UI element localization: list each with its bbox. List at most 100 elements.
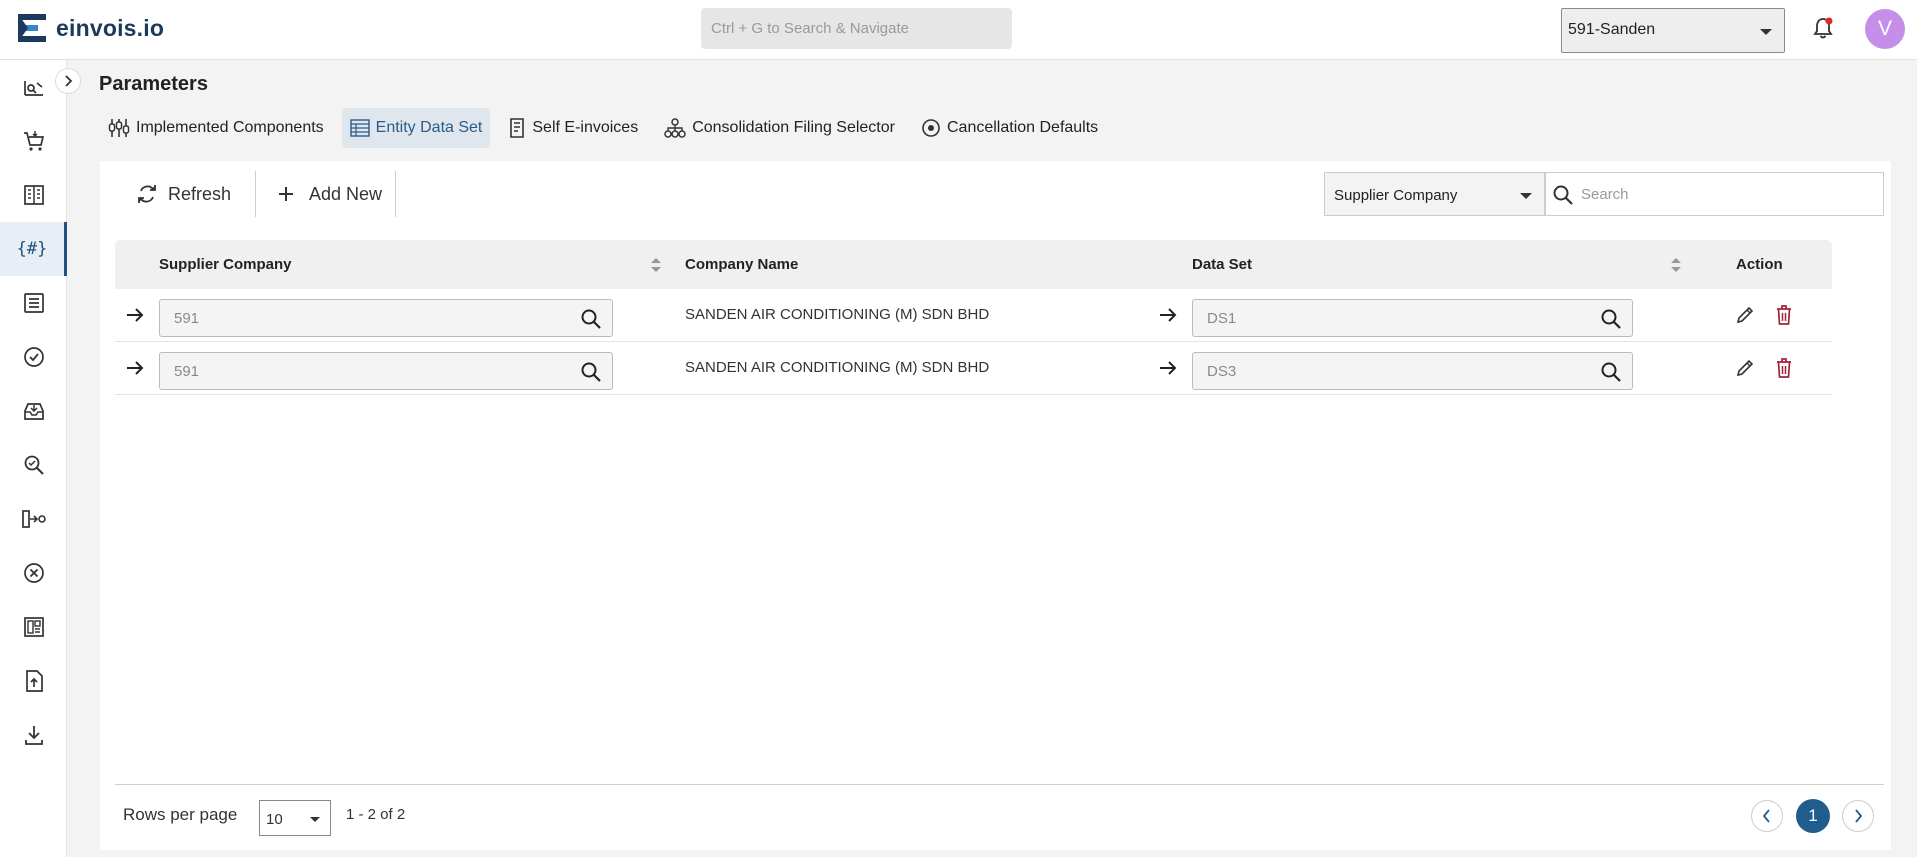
rows-per-page-select[interactable]: 10 [259,800,331,836]
rows-per-page-label: Rows per page [123,805,238,824]
toolbar-divider [255,171,256,217]
column-header-company-name[interactable]: Company Name [685,256,798,273]
tab-label: Entity Data Set [375,119,483,136]
table-row: 591 SANDEN AIR CONDITIONING (M) SDN BHD … [115,289,1832,342]
sidebar-item-list[interactable] [0,276,67,330]
chevron-right-icon [1855,809,1863,823]
table-icon [349,119,370,137]
tab-entity-data-set[interactable]: Entity Data Set [341,108,491,148]
avatar[interactable]: V [1865,9,1905,49]
analytics-icon [23,81,43,96]
tab-cancellation-defaults[interactable]: Cancellation Defaults [913,108,1106,148]
list-icon [23,293,44,313]
next-page-button[interactable] [1842,800,1874,832]
entity-data-set-table: Supplier Company Company Name Data Set A… [115,240,1832,395]
pagination-range: 1 - 2 of 2 [346,806,406,823]
arrow-right-icon [1160,361,1177,375]
tab-label: Cancellation Defaults [946,119,1099,136]
target-icon [922,119,940,137]
flow-icon [21,510,46,528]
company-select[interactable]: 591-Sanden [1561,8,1785,53]
parameters-tabs: Implemented Components Entity Data Set S… [100,108,1116,148]
chevron-down-icon [310,817,320,822]
delete-icon[interactable] [1774,357,1794,379]
cart-icon [23,131,44,151]
edit-icon[interactable] [1734,357,1756,379]
page-number-current[interactable]: 1 [1796,799,1830,833]
data-set-value: DS3 [1207,363,1237,380]
data-set-lookup[interactable]: DS1 [1192,299,1633,337]
tab-self-e-invoices[interactable]: Self E-invoices [500,108,646,148]
search-icon[interactable] [580,308,602,330]
download-icon [24,726,43,745]
sidebar-item-analytics[interactable] [0,60,67,114]
refresh-button[interactable]: Refresh [136,171,231,217]
sidebar-item-download[interactable] [0,708,67,762]
sidebar-item-cancel[interactable] [0,546,67,600]
tab-implemented-components[interactable]: Implemented Components [100,108,332,148]
toolbar-divider [395,171,396,217]
sidebar-item-search-doc[interactable] [0,438,67,492]
rows-per-page-value: 10 [266,811,283,828]
supplier-company-lookup[interactable]: 591 [159,352,613,390]
hierarchy-icon [664,118,686,138]
refresh-label: Refresh [168,183,232,204]
table-search-input[interactable]: Search [1545,172,1884,216]
table-search-placeholder: Search [1581,186,1629,203]
sidebar-item-flow[interactable] [0,492,67,546]
sort-icon[interactable] [1670,255,1682,275]
column-header-supplier-company[interactable]: Supplier Company [159,256,292,273]
column-header-action: Action [1736,256,1783,273]
chevron-left-icon [1762,809,1770,823]
sidebar-item-upload[interactable] [0,654,67,708]
notification-bell-icon[interactable] [1812,16,1834,45]
add-new-button[interactable]: Add New [277,171,382,217]
top-bar: einvois.io Ctrl + G to Search & Navigate… [0,0,1917,60]
sidebar-item-receipt[interactable] [0,168,67,222]
chevron-down-icon [1520,193,1532,199]
column-header-data-set[interactable]: Data Set [1192,256,1252,273]
dashboard-icon [23,617,44,637]
arrow-right-icon [127,361,144,375]
tab-label: Consolidation Filing Selector [692,119,895,136]
previous-page-button[interactable] [1751,800,1783,832]
search-icon[interactable] [580,361,602,383]
cancel-icon [23,563,44,583]
chevron-down-icon [1760,29,1772,35]
document-icon [510,118,525,138]
search-doc-icon [24,455,44,475]
table-header: Supplier Company Company Name Data Set A… [115,240,1832,289]
delete-icon[interactable] [1774,304,1794,326]
company-select-value: 591-Sanden [1568,21,1656,38]
search-field-select[interactable]: Supplier Company [1324,172,1545,216]
entity-data-set-panel: Refresh Add New Supplier Company Search … [100,161,1891,850]
sort-icon[interactable] [650,255,662,275]
table-row: 591 SANDEN AIR CONDITIONING (M) SDN BHD … [115,342,1832,395]
edit-icon[interactable] [1734,304,1756,326]
company-name-cell: SANDEN AIR CONDITIONING (M) SDN BHD [685,359,990,376]
global-search-input[interactable]: Ctrl + G to Search & Navigate [701,8,1012,49]
upload-file-icon [25,670,43,692]
tab-consolidation-filing-selector[interactable]: Consolidation Filing Selector [656,108,903,148]
supplier-company-value: 591 [174,310,200,327]
check-circle-icon [23,347,44,367]
search-icon[interactable] [1600,308,1622,330]
sidebar-item-check[interactable] [0,330,67,384]
data-set-lookup[interactable]: DS3 [1192,352,1633,390]
sidebar-item-inbox[interactable] [0,384,67,438]
supplier-company-lookup[interactable]: 591 [159,299,613,337]
receipt-icon [23,185,44,205]
company-name-cell: SANDEN AIR CONDITIONING (M) SDN BHD [685,306,990,323]
search-field-value: Supplier Company [1334,187,1458,204]
logo[interactable]: einvois.io [18,12,164,44]
inbox-icon [23,403,44,420]
search-icon[interactable] [1600,361,1622,383]
supplier-company-value: 591 [174,363,200,380]
sidebar-item-cart[interactable] [0,114,67,168]
parameters-icon: {#} [16,239,48,259]
components-icon [108,119,130,137]
brand-name: einvois.io [56,14,165,41]
sidebar-item-parameters[interactable]: {#} [0,222,67,276]
sidebar-item-dashboard[interactable] [0,600,67,654]
page-title: Parameters [99,73,208,95]
